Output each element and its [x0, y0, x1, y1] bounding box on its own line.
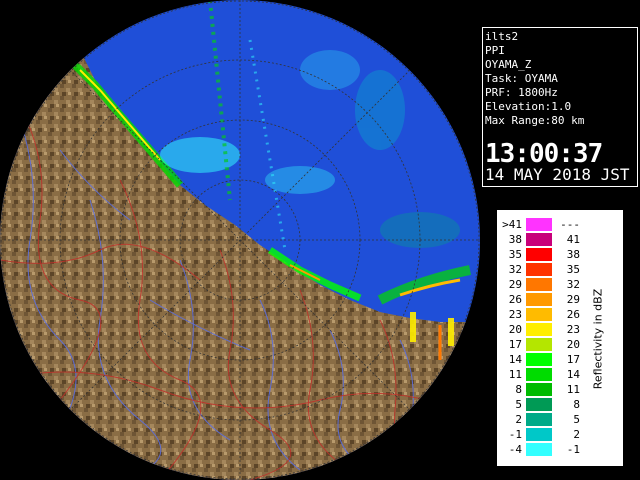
legend-row: 29 32 — [498, 277, 588, 292]
legend-row: 25 — [498, 412, 588, 427]
legend-lower-bound: 32 — [508, 263, 522, 276]
site-name: OYAMA_Z — [485, 58, 532, 71]
legend-upper-bound: 32 — [566, 278, 580, 291]
legend-color-swatch — [526, 353, 552, 366]
legend-lower-bound: 29 — [508, 278, 522, 291]
legend-row: 32 35 — [498, 262, 588, 277]
legend-lower-bound: 14 — [508, 353, 522, 366]
legend-upper-bound: 11 — [566, 383, 580, 396]
legend-row: -1 2 — [498, 427, 588, 442]
legend-lower-bound: 5 — [515, 398, 522, 411]
legend-color-swatch — [526, 398, 552, 411]
legend-color-swatch — [526, 233, 552, 246]
scan-date: 14 MAY 2018 JST — [485, 165, 630, 184]
legend-upper-bound: 20 — [566, 338, 580, 351]
legend-upper-bound: 2 — [573, 428, 580, 441]
info-panel: ilts2 PPI OYAMA_Z Task: OYAMA PRF: 1800H… — [482, 27, 638, 187]
legend-color-swatch — [526, 338, 552, 351]
legend-upper-bound: 8 — [573, 398, 580, 411]
legend-color-swatch — [526, 368, 552, 381]
legend-row: -4 -1 — [498, 442, 588, 457]
legend-row: 11 14 — [498, 367, 588, 382]
legend-lower-bound: 23 — [508, 308, 522, 321]
legend-row: 58 — [498, 397, 588, 412]
legend-row: 8 11 — [498, 382, 588, 397]
legend-row: 38 41 — [498, 232, 588, 247]
legend-color-swatch — [526, 218, 552, 231]
legend-lower-bound: >41 — [502, 218, 522, 231]
legend-row: 17 20 — [498, 337, 588, 352]
legend-color-swatch — [526, 443, 552, 456]
legend-lower-bound: 20 — [508, 323, 522, 336]
legend-upper-bound: -1 — [566, 443, 580, 456]
legend-color-swatch — [526, 263, 552, 276]
elevation-value: Elevation:1.0 — [485, 100, 572, 113]
legend-title: Reflectivity in dBZ — [591, 288, 605, 390]
legend-lower-bound: -1 — [508, 428, 522, 441]
legend-lower-bound: 38 — [508, 233, 522, 246]
scan-type: PPI — [485, 44, 505, 57]
legend-color-swatch — [526, 323, 552, 336]
legend-row: >41 --- — [498, 217, 588, 232]
legend-upper-bound: --- — [560, 218, 580, 231]
legend-row: 26 29 — [498, 292, 588, 307]
max-range-value: Max Range:80 km — [485, 114, 585, 127]
radar-ppi-display[interactable] — [0, 0, 480, 480]
legend-lower-bound: 2 — [515, 413, 522, 426]
legend-row: 35 38 — [498, 247, 588, 262]
legend-lower-bound: 35 — [508, 248, 522, 261]
legend-upper-bound: 38 — [566, 248, 580, 261]
legend-upper-bound: 14 — [566, 368, 580, 381]
scan-time: 13:00:37 — [485, 139, 603, 169]
legend-upper-bound: 29 — [566, 293, 580, 306]
legend-lower-bound: -4 — [508, 443, 522, 456]
legend-upper-bound: 26 — [566, 308, 580, 321]
legend-color-swatch — [526, 293, 552, 306]
legend-color-swatch — [526, 428, 552, 441]
legend-row: 20 23 — [498, 322, 588, 337]
prf-value: PRF: 1800Hz — [485, 86, 558, 99]
legend-lower-bound: 11 — [508, 368, 522, 381]
legend-color-swatch — [526, 413, 552, 426]
legend-row: 14 17 — [498, 352, 588, 367]
product-name: ilts2 — [485, 30, 519, 43]
legend-color-swatch — [526, 383, 552, 396]
legend-row: 23 26 — [498, 307, 588, 322]
task-name: Task: OYAMA — [485, 72, 558, 85]
legend-lower-bound: 8 — [515, 383, 522, 396]
legend-upper-bound: 23 — [566, 323, 580, 336]
legend-color-swatch — [526, 248, 552, 261]
legend-upper-bound: 17 — [566, 353, 580, 366]
legend-lower-bound: 17 — [508, 338, 522, 351]
legend-lower-bound: 26 — [508, 293, 522, 306]
legend-upper-bound: 5 — [573, 413, 580, 426]
legend-color-swatch — [526, 308, 552, 321]
reflectivity-legend: >41 --- 38 41 35 38 32 35 29 32 26 29 23 26 20 23 17 20 14… — [497, 210, 623, 466]
legend-upper-bound: 41 — [566, 233, 580, 246]
legend-color-swatch — [526, 278, 552, 291]
legend-upper-bound: 35 — [566, 263, 580, 276]
